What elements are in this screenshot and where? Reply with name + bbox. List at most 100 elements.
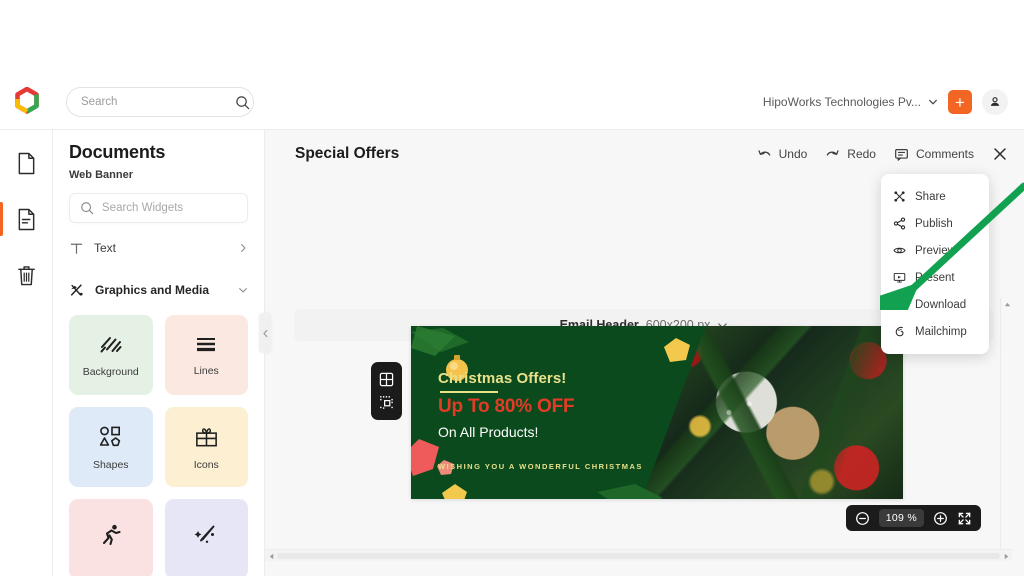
card-label: Shapes bbox=[92, 458, 129, 471]
accordion-label: Graphics and Media bbox=[95, 283, 210, 297]
share-arrow-icon bbox=[893, 217, 906, 230]
widget-card-shapes[interactable]: Shapes bbox=[69, 407, 153, 487]
menu-item-present[interactable]: Present bbox=[881, 264, 989, 291]
banner-heading: Christmas Offers! bbox=[438, 370, 567, 387]
top-bar-right: HipoWorks Technologies Pv... + bbox=[763, 89, 1024, 115]
menu-item-publish[interactable]: Publish bbox=[881, 210, 989, 237]
zoom-out-button[interactable] bbox=[855, 511, 870, 526]
accordion-graphics-and-media[interactable]: Graphics and Media bbox=[69, 273, 248, 307]
magic-wand-icon bbox=[193, 522, 219, 548]
global-search[interactable] bbox=[66, 87, 254, 117]
comment-icon bbox=[894, 147, 909, 162]
hipoworks-logo[interactable] bbox=[12, 87, 42, 117]
accordion-text[interactable]: Text bbox=[69, 231, 248, 265]
sidebar-item-my-documents[interactable] bbox=[0, 200, 53, 238]
text-icon bbox=[69, 241, 84, 256]
panel-collapse-handle[interactable] bbox=[259, 313, 271, 353]
menu-item-label: Mailchimp bbox=[915, 325, 967, 338]
banner-subline: On All Products! bbox=[438, 423, 539, 440]
redo-icon bbox=[825, 147, 840, 162]
card-label: Lines bbox=[193, 364, 219, 377]
menu-item-label: Download bbox=[915, 298, 967, 311]
undo-label: Undo bbox=[778, 147, 808, 161]
banner-artwork[interactable]: Christmas Offers! Up To 80% OFF On All P… bbox=[411, 326, 903, 499]
widget-search[interactable] bbox=[69, 193, 256, 223]
widget-card-background[interactable]: Background bbox=[69, 315, 153, 395]
lines-icon bbox=[193, 334, 219, 356]
trash-icon bbox=[16, 264, 37, 287]
chevron-down-icon bbox=[928, 97, 938, 107]
accordion-label: Text bbox=[94, 241, 117, 255]
close-button[interactable] bbox=[992, 146, 1008, 162]
vertical-scrollbar[interactable] bbox=[1000, 298, 1012, 561]
menu-item-label: Present bbox=[915, 271, 955, 284]
horizontal-scroll-track[interactable] bbox=[277, 553, 1000, 559]
editor-header: Special Offers Undo Redo Comments bbox=[265, 130, 1024, 178]
top-bar: HipoWorks Technologies Pv... + bbox=[0, 75, 1024, 130]
menu-item-preview[interactable]: Preview bbox=[881, 237, 989, 264]
editor-actions: Undo Redo Comments bbox=[757, 146, 1008, 162]
comments-button[interactable]: Comments bbox=[894, 147, 974, 162]
menu-item-download[interactable]: Download bbox=[881, 291, 989, 318]
account-avatar[interactable] bbox=[982, 89, 1008, 115]
widget-card-icons[interactable]: Icons bbox=[164, 407, 248, 487]
shapes-icon bbox=[96, 424, 126, 450]
user-icon bbox=[988, 95, 1002, 109]
redo-button[interactable]: Redo bbox=[825, 147, 876, 162]
search-widgets-input[interactable] bbox=[102, 202, 256, 214]
redo-label: Redo bbox=[847, 147, 876, 161]
scroll-up-arrow[interactable] bbox=[1001, 298, 1012, 310]
add-button[interactable]: + bbox=[948, 90, 972, 114]
canvas-mini-toolbar bbox=[371, 362, 402, 420]
running-person-icon bbox=[98, 522, 124, 548]
share-nodes-icon bbox=[893, 190, 906, 203]
scroll-left-arrow[interactable] bbox=[265, 550, 277, 561]
sidebar-item-trash[interactable] bbox=[0, 256, 53, 294]
fullscreen-button[interactable] bbox=[957, 511, 972, 526]
menu-item-share[interactable]: Share bbox=[881, 183, 989, 210]
search-input[interactable] bbox=[81, 96, 235, 108]
menu-item-label: Share bbox=[915, 190, 946, 203]
comments-label: Comments bbox=[915, 147, 974, 161]
card-label: Icons bbox=[193, 458, 219, 471]
document-lines-icon bbox=[16, 208, 37, 231]
export-menu: Share Publish Preview Present Download M… bbox=[881, 174, 989, 354]
banner-text-block: Christmas Offers! Up To 80% OFF On All P… bbox=[438, 370, 575, 440]
menu-item-label: Publish bbox=[915, 217, 953, 230]
widget-card-effects[interactable] bbox=[164, 499, 248, 576]
app-root: HipoWorks Technologies Pv... + bbox=[0, 0, 1024, 576]
banner-offer: Up To 80% OFF bbox=[438, 395, 575, 417]
banner-wish: WISHING YOU A WONDERFUL CHRISTMAS bbox=[438, 462, 643, 471]
qr-crop-icon[interactable] bbox=[379, 395, 394, 410]
graphics-icon bbox=[69, 282, 85, 298]
widget-card-animation[interactable] bbox=[69, 499, 153, 576]
scroll-right-arrow[interactable] bbox=[1000, 550, 1012, 561]
hatch-icon bbox=[98, 333, 124, 357]
mailchimp-icon bbox=[893, 325, 906, 338]
document-icon bbox=[16, 152, 37, 175]
search-icon bbox=[235, 95, 250, 110]
undo-button[interactable]: Undo bbox=[757, 147, 808, 162]
menu-item-mailchimp[interactable]: Mailchimp bbox=[881, 318, 989, 345]
menu-item-label: Preview bbox=[915, 244, 956, 257]
sidebar-item-blank-document[interactable] bbox=[0, 144, 53, 182]
zoom-in-button[interactable] bbox=[933, 511, 948, 526]
undo-icon bbox=[757, 147, 772, 162]
chevron-down-icon bbox=[238, 285, 248, 295]
zoom-controls: 109 % bbox=[845, 505, 981, 531]
banner-heading-underline bbox=[440, 391, 498, 393]
grid-icon[interactable] bbox=[379, 372, 394, 387]
eye-icon bbox=[893, 244, 906, 257]
widget-card-lines[interactable]: Lines bbox=[164, 315, 248, 395]
presentation-icon bbox=[893, 271, 906, 284]
card-label: Background bbox=[82, 365, 139, 378]
widgets-panel: Documents Web Banner Text bbox=[53, 130, 265, 576]
gift-icon bbox=[193, 424, 220, 450]
document-title: Special Offers bbox=[295, 145, 400, 162]
page-title: Documents bbox=[69, 142, 166, 162]
chevron-right-icon bbox=[238, 243, 248, 253]
download-icon bbox=[893, 298, 906, 311]
horizontal-scrollbar[interactable] bbox=[265, 549, 1012, 561]
org-selector[interactable]: HipoWorks Technologies Pv... bbox=[763, 95, 938, 109]
zoom-level[interactable]: 109 % bbox=[878, 509, 924, 527]
